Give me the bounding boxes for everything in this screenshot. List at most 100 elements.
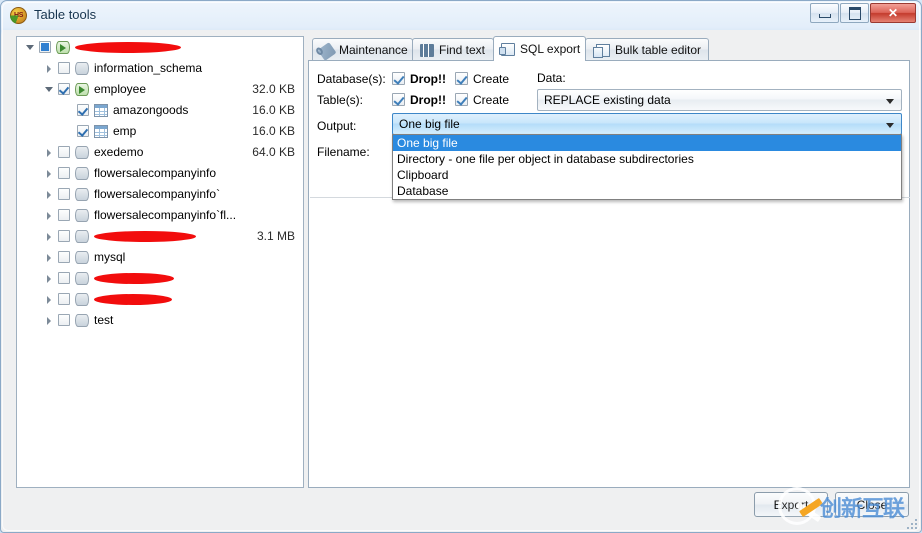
tree-item-label: information_schema xyxy=(94,61,203,75)
hs-logo-icon: HS xyxy=(10,7,27,24)
tree-row[interactable]: emp 16.0 KB xyxy=(17,121,303,142)
output-option[interactable]: Clipboard xyxy=(393,167,901,183)
tree-checkbox[interactable] xyxy=(58,188,70,200)
tree-row[interactable]: flowersalecompanyinfo` xyxy=(17,184,303,205)
tab-bulk-table-editor[interactable]: Bulk table editor xyxy=(585,38,709,60)
tbl-drop-label: Drop!! xyxy=(410,93,446,107)
output-combobox[interactable]: One big file xyxy=(392,113,902,135)
tree-checkbox[interactable] xyxy=(58,167,70,179)
minimize-icon xyxy=(818,13,831,18)
output-dropdown-list[interactable]: One big file Directory - one file per obj… xyxy=(392,134,902,200)
export-button[interactable]: Export xyxy=(754,492,828,517)
tree-row[interactable]: exedemo 64.0 KB xyxy=(17,142,303,163)
tree-row[interactable] xyxy=(17,37,303,58)
tree-row[interactable]: amazongoods 16.0 KB xyxy=(17,100,303,121)
database-icon-active xyxy=(75,83,89,96)
window-controls: ✕ xyxy=(809,3,916,23)
tree-checkbox[interactable] xyxy=(58,314,70,326)
expand-arrow-icon[interactable] xyxy=(42,184,55,205)
tree-row[interactable] xyxy=(17,289,303,310)
tree-checkbox[interactable] xyxy=(58,293,70,305)
tree-row[interactable]: information_schema xyxy=(17,58,303,79)
output-option[interactable]: Directory - one file per object in datab… xyxy=(393,151,901,167)
collapse-arrow-icon[interactable] xyxy=(42,79,55,100)
tree-row[interactable]: flowersalecompanyinfo`fl... xyxy=(17,205,303,226)
tree-item-label: flowersalecompanyinfo xyxy=(94,166,217,180)
database-tree[interactable]: information_schema employee 32.0 KB amazong… xyxy=(16,36,304,488)
expand-arrow-icon[interactable] xyxy=(42,163,55,184)
bulk-editor-icon xyxy=(593,43,610,58)
tree-checkbox[interactable] xyxy=(39,41,51,53)
collapse-arrow-icon[interactable] xyxy=(23,37,36,58)
find-text-icon xyxy=(420,43,434,57)
tree-item-label: employee xyxy=(94,82,147,96)
tree-checkbox[interactable] xyxy=(58,62,70,74)
output-option[interactable]: One big file xyxy=(393,135,901,151)
redacted-label xyxy=(75,42,181,53)
chevron-down-icon xyxy=(886,99,894,104)
database-icon-active xyxy=(56,41,70,54)
tree-checkbox[interactable] xyxy=(58,146,70,158)
tab-maintenance[interactable]: Maintenance xyxy=(312,38,413,61)
data-mode-value: REPLACE existing data xyxy=(544,93,671,107)
tab-find-text[interactable]: Find text xyxy=(412,38,494,60)
tree-checkbox[interactable] xyxy=(58,230,70,242)
expand-arrow-icon[interactable] xyxy=(42,205,55,226)
tree-row[interactable]: 3.1 MB xyxy=(17,226,303,247)
redacted-label xyxy=(94,231,196,242)
minimize-button[interactable] xyxy=(810,3,839,23)
sql-export-icon xyxy=(499,43,515,56)
tbl-drop-checkbox[interactable] xyxy=(392,93,405,106)
expand-arrow-icon[interactable] xyxy=(42,268,55,289)
database-icon xyxy=(75,251,89,264)
tree-item-label: flowersalecompanyinfo` xyxy=(94,187,221,201)
tree-item-label: emp xyxy=(113,124,137,138)
window-frame: HS Table tools ✕ information_schemaemplo… xyxy=(0,0,922,533)
tree-checkbox[interactable] xyxy=(77,125,89,137)
tab-label: SQL export xyxy=(520,42,581,56)
resize-grip[interactable] xyxy=(905,517,919,531)
db-create-label: Create xyxy=(473,72,510,86)
output-option[interactable]: Database xyxy=(393,183,901,199)
tree-checkbox[interactable] xyxy=(58,251,70,263)
db-drop-checkbox[interactable] xyxy=(392,72,405,85)
close-button[interactable]: ✕ xyxy=(870,3,916,23)
filename-label: Filename: xyxy=(317,145,370,159)
expand-arrow-icon[interactable] xyxy=(42,226,55,247)
tree-item-label: amazongoods xyxy=(113,103,189,117)
close-dialog-button[interactable]: Close xyxy=(835,492,909,517)
db-drop-label: Drop!! xyxy=(410,72,446,86)
expand-arrow-icon[interactable] xyxy=(42,247,55,268)
data-mode-combobox[interactable]: REPLACE existing data xyxy=(537,89,902,111)
tree-row[interactable]: test xyxy=(17,310,303,331)
redacted-label xyxy=(94,294,172,305)
tree-row[interactable] xyxy=(17,268,303,289)
databases-label: Database(s): xyxy=(317,72,386,86)
tab-sql-export[interactable]: SQL export xyxy=(493,36,586,61)
expand-arrow-icon[interactable] xyxy=(42,58,55,79)
title-bar: HS Table tools ✕ xyxy=(1,1,921,30)
window-title: Table tools xyxy=(34,7,97,22)
db-create-checkbox[interactable] xyxy=(455,72,468,85)
output-label: Output: xyxy=(317,119,357,133)
expand-arrow-icon[interactable] xyxy=(42,310,55,331)
database-icon xyxy=(75,62,89,75)
tree-row[interactable]: mysql xyxy=(17,247,303,268)
maximize-icon xyxy=(848,6,861,20)
tree-checkbox[interactable] xyxy=(77,104,89,116)
tree-checkbox[interactable] xyxy=(58,83,70,95)
expand-arrow-icon[interactable] xyxy=(42,289,55,310)
output-value: One big file xyxy=(399,117,460,131)
tbl-create-checkbox[interactable] xyxy=(455,93,468,106)
data-label: Data: xyxy=(537,71,566,85)
maximize-button[interactable] xyxy=(840,3,869,23)
tables-label: Table(s): xyxy=(317,93,364,107)
tab-label: Find text xyxy=(439,42,486,57)
tree-row[interactable]: flowersalecompanyinfo xyxy=(17,163,303,184)
tree-item-label: flowersalecompanyinfo`fl... xyxy=(94,208,237,222)
expand-arrow-icon[interactable] xyxy=(42,142,55,163)
tree-row[interactable]: employee 32.0 KB xyxy=(17,79,303,100)
tree-item-label: test xyxy=(94,313,114,327)
tree-checkbox[interactable] xyxy=(58,209,70,221)
tree-checkbox[interactable] xyxy=(58,272,70,284)
